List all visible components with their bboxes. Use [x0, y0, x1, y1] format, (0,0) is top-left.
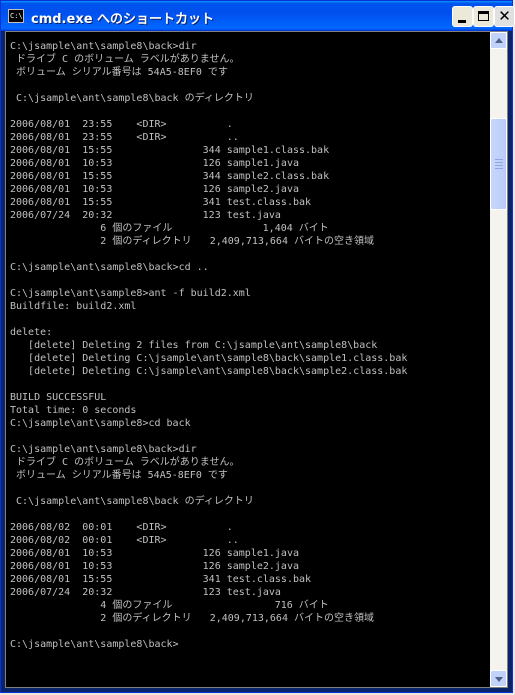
- console-line: 2006/08/02 00:01 <DIR> .: [10, 522, 233, 533]
- console-line: C:\jsample\ant\sample8\back>dir: [10, 444, 197, 455]
- console-output[interactable]: C:\jsample\ant\sample8\back>dir ドライブ C の…: [10, 40, 488, 685]
- console-line: C:\jsample\ant\sample8\back>dir: [10, 41, 197, 52]
- console-line: 4 個のファイル 716 バイト: [10, 600, 329, 611]
- console-line: C:\jsample\ant\sample8>cd back: [10, 418, 191, 429]
- console-line: 2006/08/01 15:55 341 test.class.bak: [10, 197, 312, 208]
- console-line: 2006/08/02 00:01 <DIR> ..: [10, 535, 239, 546]
- scroll-thumb[interactable]: [490, 118, 507, 210]
- maximize-button[interactable]: [473, 6, 494, 27]
- console-line: C:\jsample\ant\sample8\back>: [10, 639, 179, 650]
- minimize-icon: [458, 20, 466, 23]
- console-line: Buildfile: build2.xml: [10, 301, 137, 312]
- console-line: 2006/08/01 10:53 126 sample1.java: [10, 158, 299, 169]
- console-line: ドライブ C のボリューム ラベルがありません。: [10, 54, 240, 65]
- console-line: C:\jsample\ant\sample8\back のディレクトリ: [10, 496, 254, 507]
- close-icon: ✕: [498, 7, 511, 25]
- console-line: ドライブ C のボリューム ラベルがありません。: [10, 457, 240, 468]
- console-line: C:\jsample\ant\sample8>ant -f build2.xml: [10, 288, 251, 299]
- console-line: 2006/08/01 23:55 <DIR> ..: [10, 132, 239, 143]
- console-line: [delete] Deleting C:\jsample\ant\sample8…: [10, 366, 408, 377]
- vertical-scrollbar[interactable]: [490, 32, 507, 687]
- cmd-icon[interactable]: C:\: [8, 9, 24, 23]
- console-line: [delete] Deleting 2 files from C:\jsampl…: [10, 340, 378, 351]
- title-bar[interactable]: C:\ cmd.exe へのショートカット ✕: [1, 1, 515, 31]
- maximize-icon: [478, 11, 489, 21]
- console-line: 2006/08/01 15:55 341 test.class.bak: [10, 574, 312, 585]
- scroll-up-arrow-icon: [495, 38, 503, 43]
- minimize-button[interactable]: [452, 6, 473, 27]
- console-line: ボリューム シリアル番号は 54A5-8EF0 です: [10, 67, 228, 78]
- console-line: 2006/08/01 15:55 344 sample2.class.bak: [10, 171, 330, 182]
- console-line: 2006/08/01 23:55 <DIR> .: [10, 119, 233, 130]
- console-line: 2006/08/01 15:55 344 sample1.class.bak: [10, 145, 330, 156]
- console-line: 6 個のファイル 1,404 バイト: [10, 223, 329, 234]
- console-line: 2 個のディレクトリ 2,409,713,664 バイトの空き領域: [10, 236, 374, 247]
- scroll-down-arrow-icon: [495, 677, 503, 682]
- thumb-grip-icon: [495, 159, 503, 160]
- console-line: 2006/08/01 10:53 126 sample2.java: [10, 561, 299, 572]
- console-area[interactable]: C:\jsample\ant\sample8\back>dir ドライブ C の…: [5, 31, 508, 688]
- console-line: C:\jsample\ant\sample8\back のディレクトリ: [10, 93, 254, 104]
- console-line: 2006/08/01 10:53 126 sample2.java: [10, 184, 299, 195]
- console-line: 2006/07/24 20:32 123 test.java: [10, 587, 281, 598]
- console-line: 2006/08/01 10:53 126 sample1.java: [10, 548, 299, 559]
- console-line: Total time: 0 seconds: [10, 405, 137, 416]
- thumb-grip-icon: [495, 162, 503, 163]
- console-line: 2 個のディレクトリ 2,409,713,664 バイトの空き領域: [10, 613, 374, 624]
- console-line: 2006/07/24 20:32 123 test.java: [10, 210, 281, 221]
- thumb-grip-icon: [495, 168, 503, 169]
- close-button[interactable]: ✕: [494, 6, 515, 27]
- scroll-down-button[interactable]: [490, 670, 507, 687]
- console-line: C:\jsample\ant\sample8\back>cd ..: [10, 262, 209, 273]
- thumb-grip-icon: [495, 165, 503, 166]
- console-window: C:\ cmd.exe へのショートカット ✕ C:\jsample\ant\s…: [0, 0, 515, 693]
- console-line: [delete] Deleting C:\jsample\ant\sample8…: [10, 353, 408, 364]
- console-line: ボリューム シリアル番号は 54A5-8EF0 です: [10, 470, 228, 481]
- window-title: cmd.exe へのショートカット: [31, 12, 215, 27]
- console-line: delete:: [10, 327, 53, 338]
- scroll-up-button[interactable]: [490, 32, 507, 49]
- console-line: BUILD SUCCESSFUL: [10, 392, 107, 403]
